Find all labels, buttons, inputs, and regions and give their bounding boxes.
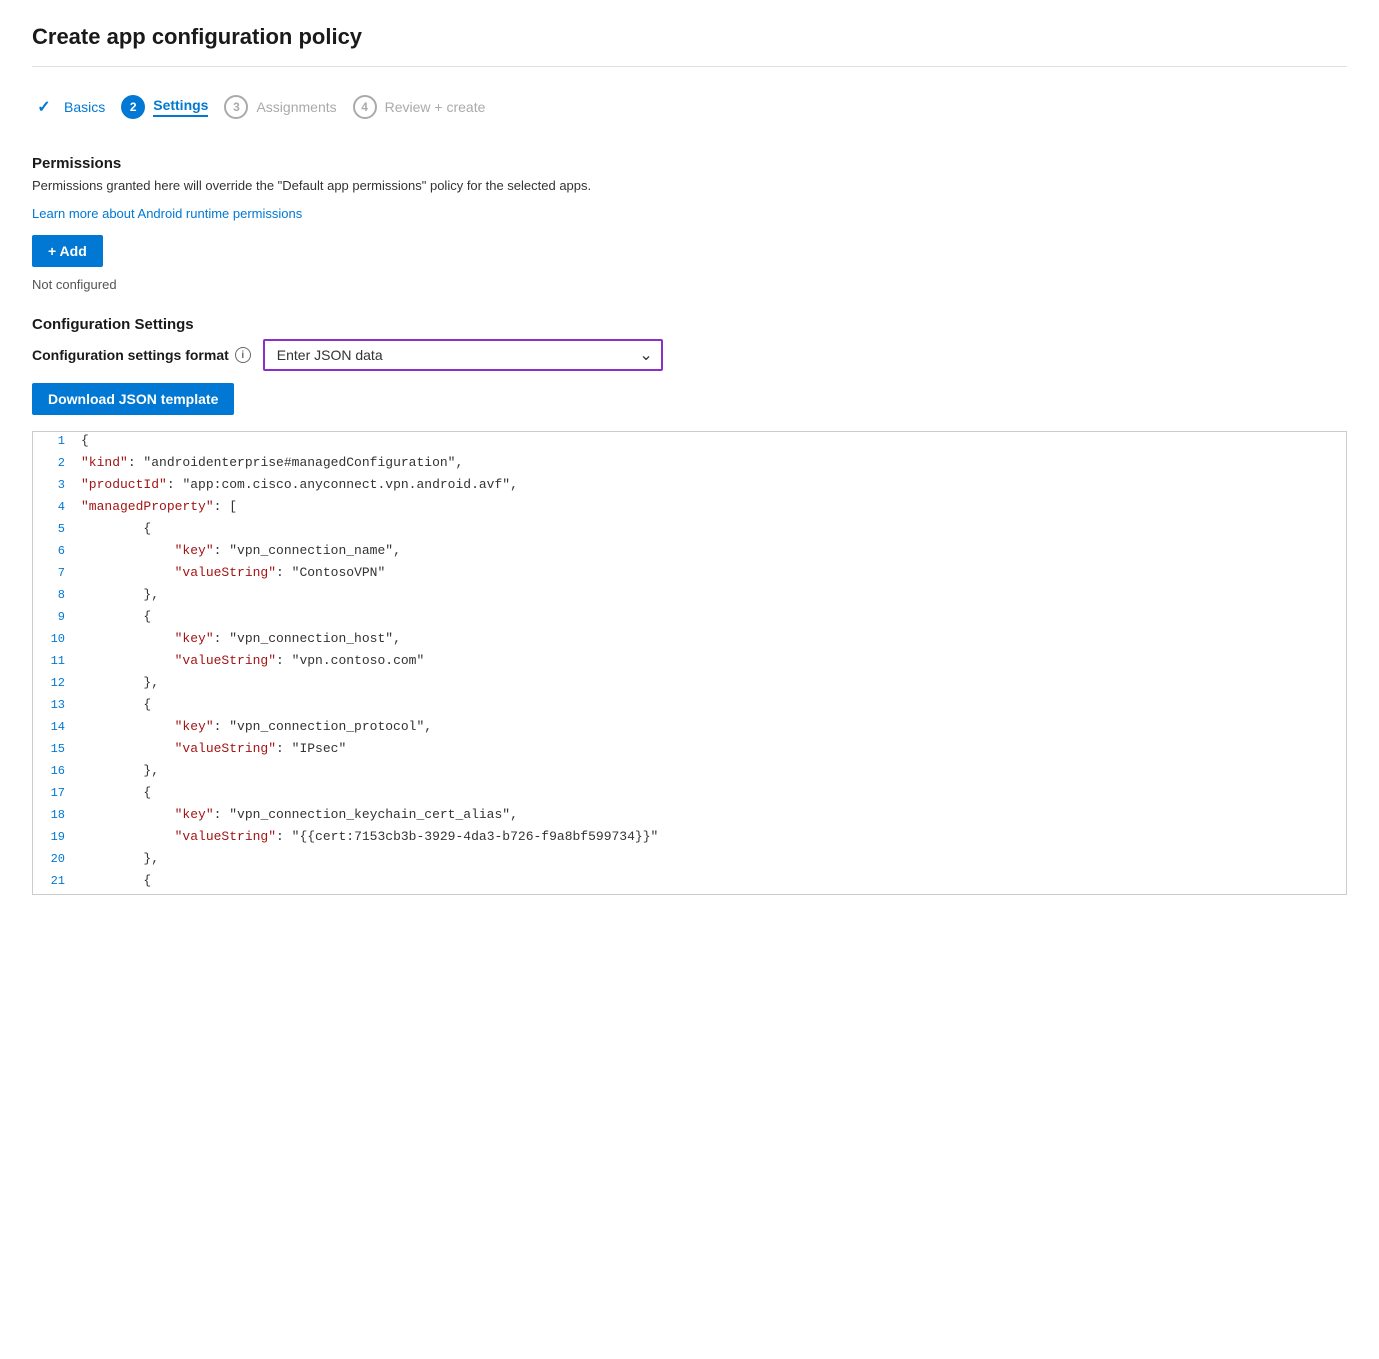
page-title: Create app configuration policy xyxy=(32,24,1347,50)
step-settings-circle: 2 xyxy=(121,95,145,119)
line-number: 3 xyxy=(33,477,81,492)
download-json-button[interactable]: Download JSON template xyxy=(32,383,234,415)
json-line: 19 "valueString": "{{cert:7153cb3b-3929-… xyxy=(33,828,1346,850)
title-divider xyxy=(32,66,1347,67)
json-line: 14 "key": "vpn_connection_protocol", xyxy=(33,718,1346,740)
json-line: 1{ xyxy=(33,432,1346,454)
line-content: "key": "vpn_connection_protocol", xyxy=(81,719,432,734)
line-content: "key": "vpn_connection_name", xyxy=(81,543,401,558)
line-number: 16 xyxy=(33,763,81,778)
line-content: { xyxy=(81,873,151,888)
json-line: 9 { xyxy=(33,608,1346,630)
json-line: 3"productId": "app:com.cisco.anyconnect.… xyxy=(33,476,1346,498)
json-line: 15 "valueString": "IPsec" xyxy=(33,740,1346,762)
line-number: 9 xyxy=(33,609,81,624)
line-number: 8 xyxy=(33,587,81,602)
line-content: { xyxy=(81,785,151,800)
line-content: "valueString": "vpn.contoso.com" xyxy=(81,653,424,668)
line-content: { xyxy=(81,433,89,448)
line-number: 4 xyxy=(33,499,81,514)
line-content: "valueString": "ContosoVPN" xyxy=(81,565,385,580)
json-line: 13 { xyxy=(33,696,1346,718)
line-content: }, xyxy=(81,851,159,866)
add-button[interactable]: + Add xyxy=(32,235,103,267)
step-review[interactable]: 4 Review + create xyxy=(353,87,502,127)
line-number: 10 xyxy=(33,631,81,646)
not-configured-status: Not configured xyxy=(32,277,1347,292)
line-number: 11 xyxy=(33,653,81,668)
json-line: 2"kind": "androidenterprise#managedConfi… xyxy=(33,454,1346,476)
step-basics[interactable]: ✓ Basics xyxy=(32,87,121,127)
json-editor[interactable]: 1{2"kind": "androidenterprise#managedCon… xyxy=(32,431,1347,895)
step-settings-label: Settings xyxy=(153,97,208,117)
line-number: 17 xyxy=(33,785,81,800)
json-line: 12 }, xyxy=(33,674,1346,696)
line-number: 1 xyxy=(33,433,81,448)
line-number: 7 xyxy=(33,565,81,580)
json-editor-wrapper: 1{2"kind": "androidenterprise#managedCon… xyxy=(32,431,1347,895)
line-content: "productId": "app:com.cisco.anyconnect.v… xyxy=(81,477,518,492)
json-line: 7 "valueString": "ContosoVPN" xyxy=(33,564,1346,586)
line-number: 2 xyxy=(33,455,81,470)
line-content: }, xyxy=(81,587,159,602)
json-line: 21 { xyxy=(33,872,1346,894)
line-number: 18 xyxy=(33,807,81,822)
step-assignments-label: Assignments xyxy=(256,99,336,115)
line-content: "managedProperty": [ xyxy=(81,499,237,514)
json-line: 10 "key": "vpn_connection_host", xyxy=(33,630,1346,652)
line-content: "key": "vpn_connection_keychain_cert_ali… xyxy=(81,807,518,822)
json-line: 11 "valueString": "vpn.contoso.com" xyxy=(33,652,1346,674)
configuration-settings-section: Configuration Settings Configuration set… xyxy=(32,316,1347,415)
line-number: 20 xyxy=(33,851,81,866)
line-content: { xyxy=(81,609,151,624)
step-review-label: Review + create xyxy=(385,99,486,115)
line-number: 14 xyxy=(33,719,81,734)
line-number: 5 xyxy=(33,521,81,536)
permissions-title: Permissions xyxy=(32,155,1347,172)
info-icon[interactable]: i xyxy=(235,347,251,363)
permissions-section: Permissions Permissions granted here wil… xyxy=(32,155,1347,292)
json-line: 8 }, xyxy=(33,586,1346,608)
line-content: }, xyxy=(81,675,159,690)
step-assignments-circle: 3 xyxy=(224,95,248,119)
line-content: "valueString": "IPsec" xyxy=(81,741,346,756)
line-content: { xyxy=(81,697,151,712)
line-number: 21 xyxy=(33,873,81,888)
permissions-desc: Permissions granted here will override t… xyxy=(32,178,1347,193)
line-number: 6 xyxy=(33,543,81,558)
line-content: "key": "vpn_connection_host", xyxy=(81,631,401,646)
config-format-row: Configuration settings format i Enter JS… xyxy=(32,339,1347,371)
wizard-steps: ✓ Basics 2 Settings 3 Assignments 4 Revi… xyxy=(32,87,1347,127)
config-format-label: Configuration settings format i xyxy=(32,347,251,363)
step-basics-circle: ✓ xyxy=(32,95,56,119)
format-select[interactable]: Enter JSON data xyxy=(263,339,663,371)
line-content: { xyxy=(81,521,151,536)
line-number: 12 xyxy=(33,675,81,690)
json-line: 4"managedProperty": [ xyxy=(33,498,1346,520)
format-select-wrapper: Enter JSON data xyxy=(263,339,663,371)
json-line: 5 { xyxy=(33,520,1346,542)
line-content: "valueString": "{{cert:7153cb3b-3929-4da… xyxy=(81,829,658,844)
config-settings-title: Configuration Settings xyxy=(32,316,1347,333)
line-content: "kind": "androidenterprise#managedConfig… xyxy=(81,455,463,470)
line-number: 19 xyxy=(33,829,81,844)
json-line: 6 "key": "vpn_connection_name", xyxy=(33,542,1346,564)
step-basics-label: Basics xyxy=(64,99,105,115)
step-review-circle: 4 xyxy=(353,95,377,119)
line-number: 15 xyxy=(33,741,81,756)
json-line: 16 }, xyxy=(33,762,1346,784)
json-line: 17 { xyxy=(33,784,1346,806)
step-settings[interactable]: 2 Settings xyxy=(121,87,224,127)
line-number: 13 xyxy=(33,697,81,712)
step-assignments[interactable]: 3 Assignments xyxy=(224,87,352,127)
learn-more-link[interactable]: Learn more about Android runtime permiss… xyxy=(32,206,302,221)
line-content: }, xyxy=(81,763,159,778)
json-line: 18 "key": "vpn_connection_keychain_cert_… xyxy=(33,806,1346,828)
json-line: 20 }, xyxy=(33,850,1346,872)
